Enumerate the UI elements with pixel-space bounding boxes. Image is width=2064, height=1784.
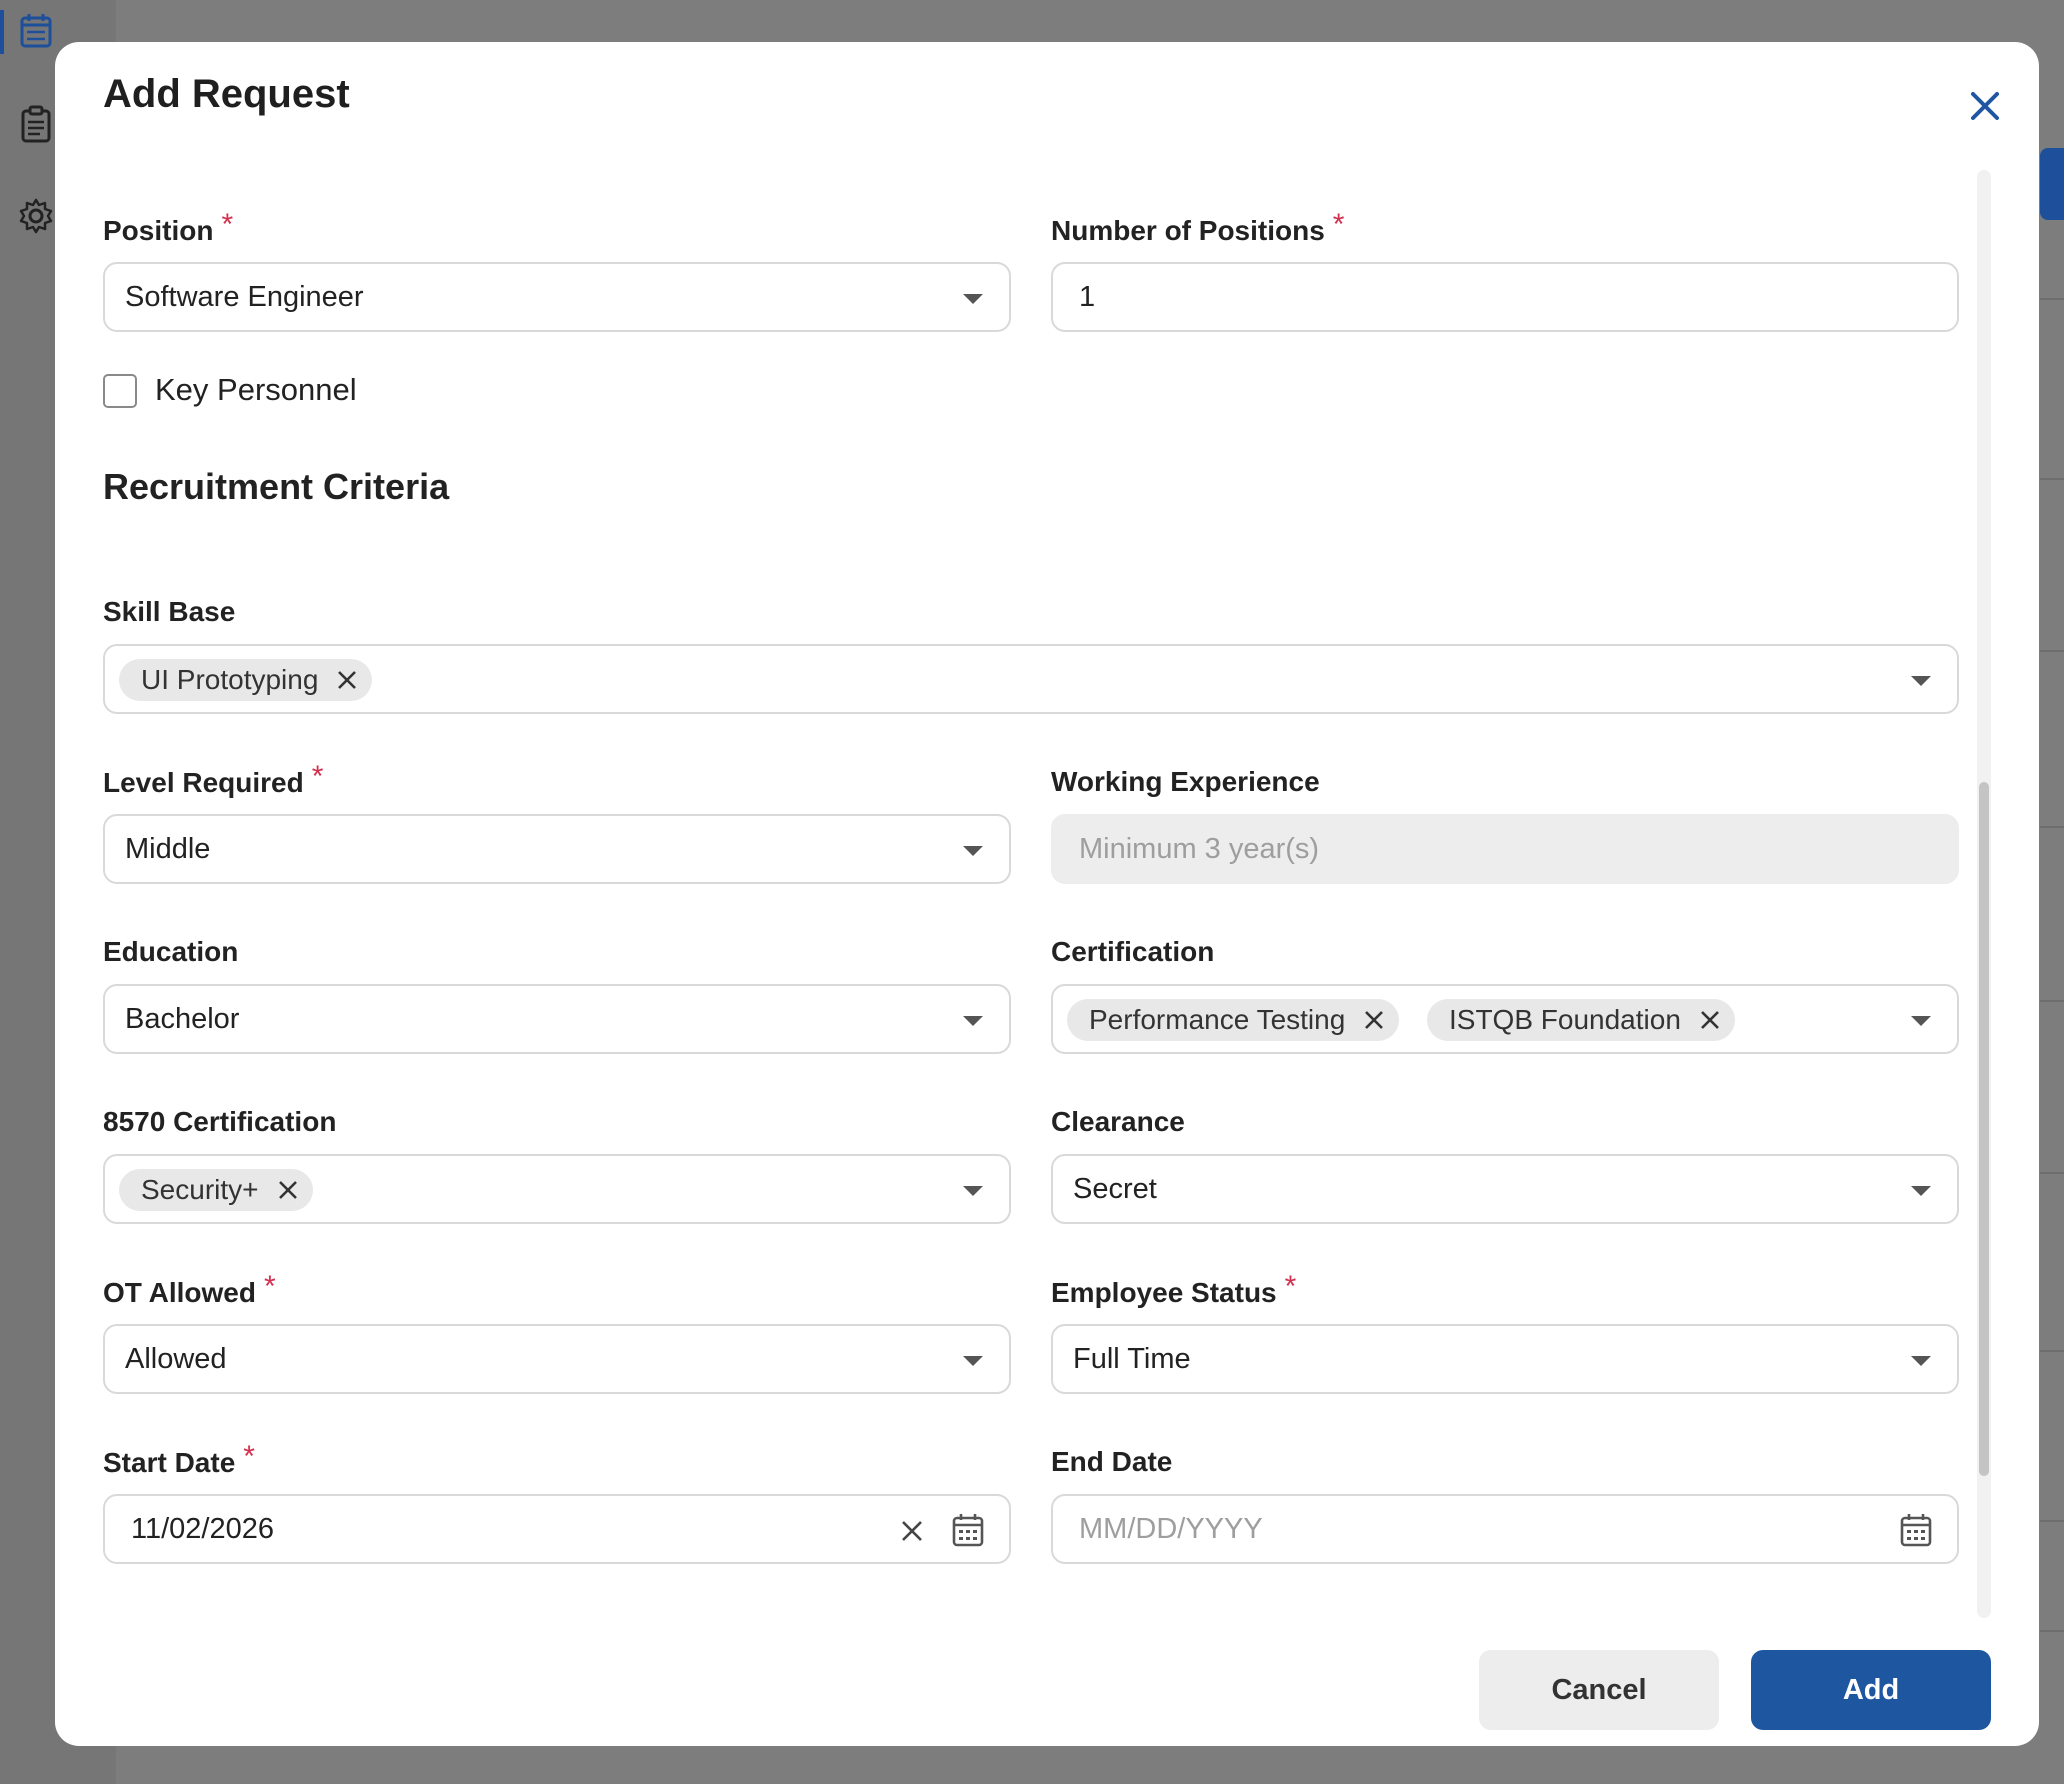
- working-experience-placeholder: Minimum 3 year(s): [1079, 833, 1320, 865]
- certification-chip: Performance Testing: [1067, 999, 1400, 1041]
- chevron-down-icon: [1911, 1186, 1931, 1196]
- skill-base-label: Skill Base: [103, 596, 236, 627]
- active-nav-indicator: [0, 10, 4, 54]
- chip-remove-icon[interactable]: [277, 1179, 299, 1201]
- level-required-value: Middle: [125, 833, 211, 865]
- background-primary-button: [2040, 148, 2064, 220]
- skill-chip: UI Prototyping: [119, 659, 373, 701]
- skill-base-select[interactable]: UI Prototyping: [103, 644, 1959, 714]
- clearance-select[interactable]: Secret: [1051, 1154, 1959, 1224]
- cert-8570-label: 8570 Certification: [103, 1106, 337, 1137]
- gear-icon[interactable]: [16, 196, 56, 236]
- num-positions-label: Number of Positions *: [1051, 208, 1345, 246]
- key-personnel-label: Key Personnel: [155, 372, 357, 407]
- cert-8570-chip-label: Security+: [141, 1174, 259, 1205]
- dialog-title: Add Request: [103, 72, 350, 116]
- position-value: Software Engineer: [125, 281, 364, 313]
- calendar-icon[interactable]: [951, 1512, 985, 1548]
- clearance-label: Clearance: [1051, 1106, 1185, 1137]
- add-request-dialog: Add Request Position * Software Engineer …: [55, 42, 2039, 1746]
- add-button[interactable]: Add: [1751, 1650, 1991, 1730]
- employee-status-label: Employee Status *: [1051, 1270, 1297, 1308]
- cert-8570-select[interactable]: Security+: [103, 1154, 1011, 1224]
- recruitment-criteria-heading: Recruitment Criteria: [103, 466, 450, 507]
- key-personnel-checkbox[interactable]: [103, 374, 137, 408]
- start-date-picker[interactable]: 11/02/2026: [103, 1494, 1011, 1564]
- chevron-down-icon: [1911, 1356, 1931, 1366]
- certification-chip: ISTQB Foundation: [1427, 999, 1735, 1041]
- calendar-icon[interactable]: [1899, 1512, 1933, 1548]
- employee-status-select[interactable]: Full Time: [1051, 1324, 1959, 1394]
- chevron-down-icon: [963, 846, 983, 856]
- skill-chip-label: UI Prototyping: [141, 664, 319, 695]
- position-select[interactable]: Software Engineer: [103, 262, 1011, 332]
- chip-remove-icon[interactable]: [1699, 1009, 1721, 1031]
- working-experience-label: Working Experience: [1051, 766, 1320, 797]
- education-value: Bachelor: [125, 1003, 240, 1035]
- start-date-value: 11/02/2026: [131, 1513, 274, 1545]
- chip-remove-icon[interactable]: [336, 669, 358, 691]
- chevron-down-icon: [963, 1016, 983, 1026]
- chip-remove-icon[interactable]: [1363, 1009, 1385, 1031]
- clipboard-icon[interactable]: [16, 104, 56, 144]
- education-select[interactable]: Bachelor: [103, 984, 1011, 1054]
- end-date-placeholder: MM/DD/YYYY: [1079, 1513, 1263, 1545]
- certification-chip-label: ISTQB Foundation: [1449, 1004, 1681, 1035]
- ot-allowed-value: Allowed: [125, 1343, 227, 1375]
- working-experience-input: Minimum 3 year(s): [1051, 814, 1959, 884]
- close-icon[interactable]: [1955, 76, 2015, 136]
- cancel-button[interactable]: Cancel: [1479, 1650, 1719, 1730]
- chevron-down-icon: [963, 1186, 983, 1196]
- certification-label: Certification: [1051, 936, 1215, 967]
- end-date-label: End Date: [1051, 1446, 1173, 1477]
- chevron-down-icon: [963, 294, 983, 304]
- certification-select[interactable]: Performance Testing ISTQB Foundation: [1051, 984, 1959, 1054]
- num-positions-value: 1: [1079, 281, 1096, 313]
- certification-chip-label: Performance Testing: [1089, 1004, 1346, 1035]
- start-date-label: Start Date *: [103, 1440, 255, 1478]
- level-required-select[interactable]: Middle: [103, 814, 1011, 884]
- chevron-down-icon: [1911, 1016, 1931, 1026]
- scrollbar-thumb[interactable]: [1979, 782, 1989, 1476]
- chevron-down-icon: [1911, 676, 1931, 686]
- cert-8570-chip: Security+: [119, 1169, 313, 1211]
- employee-status-value: Full Time: [1073, 1343, 1191, 1375]
- chevron-down-icon: [963, 1356, 983, 1366]
- clear-icon[interactable]: [899, 1518, 925, 1544]
- ot-allowed-select[interactable]: Allowed: [103, 1324, 1011, 1394]
- education-label: Education: [103, 936, 239, 967]
- position-label: Position *: [103, 208, 234, 246]
- level-required-label: Level Required *: [103, 760, 324, 798]
- end-date-picker[interactable]: MM/DD/YYYY: [1051, 1494, 1959, 1564]
- num-positions-input[interactable]: 1: [1051, 262, 1959, 332]
- ot-allowed-label: OT Allowed *: [103, 1270, 276, 1308]
- calendar-icon[interactable]: [16, 12, 56, 52]
- clearance-value: Secret: [1073, 1173, 1157, 1205]
